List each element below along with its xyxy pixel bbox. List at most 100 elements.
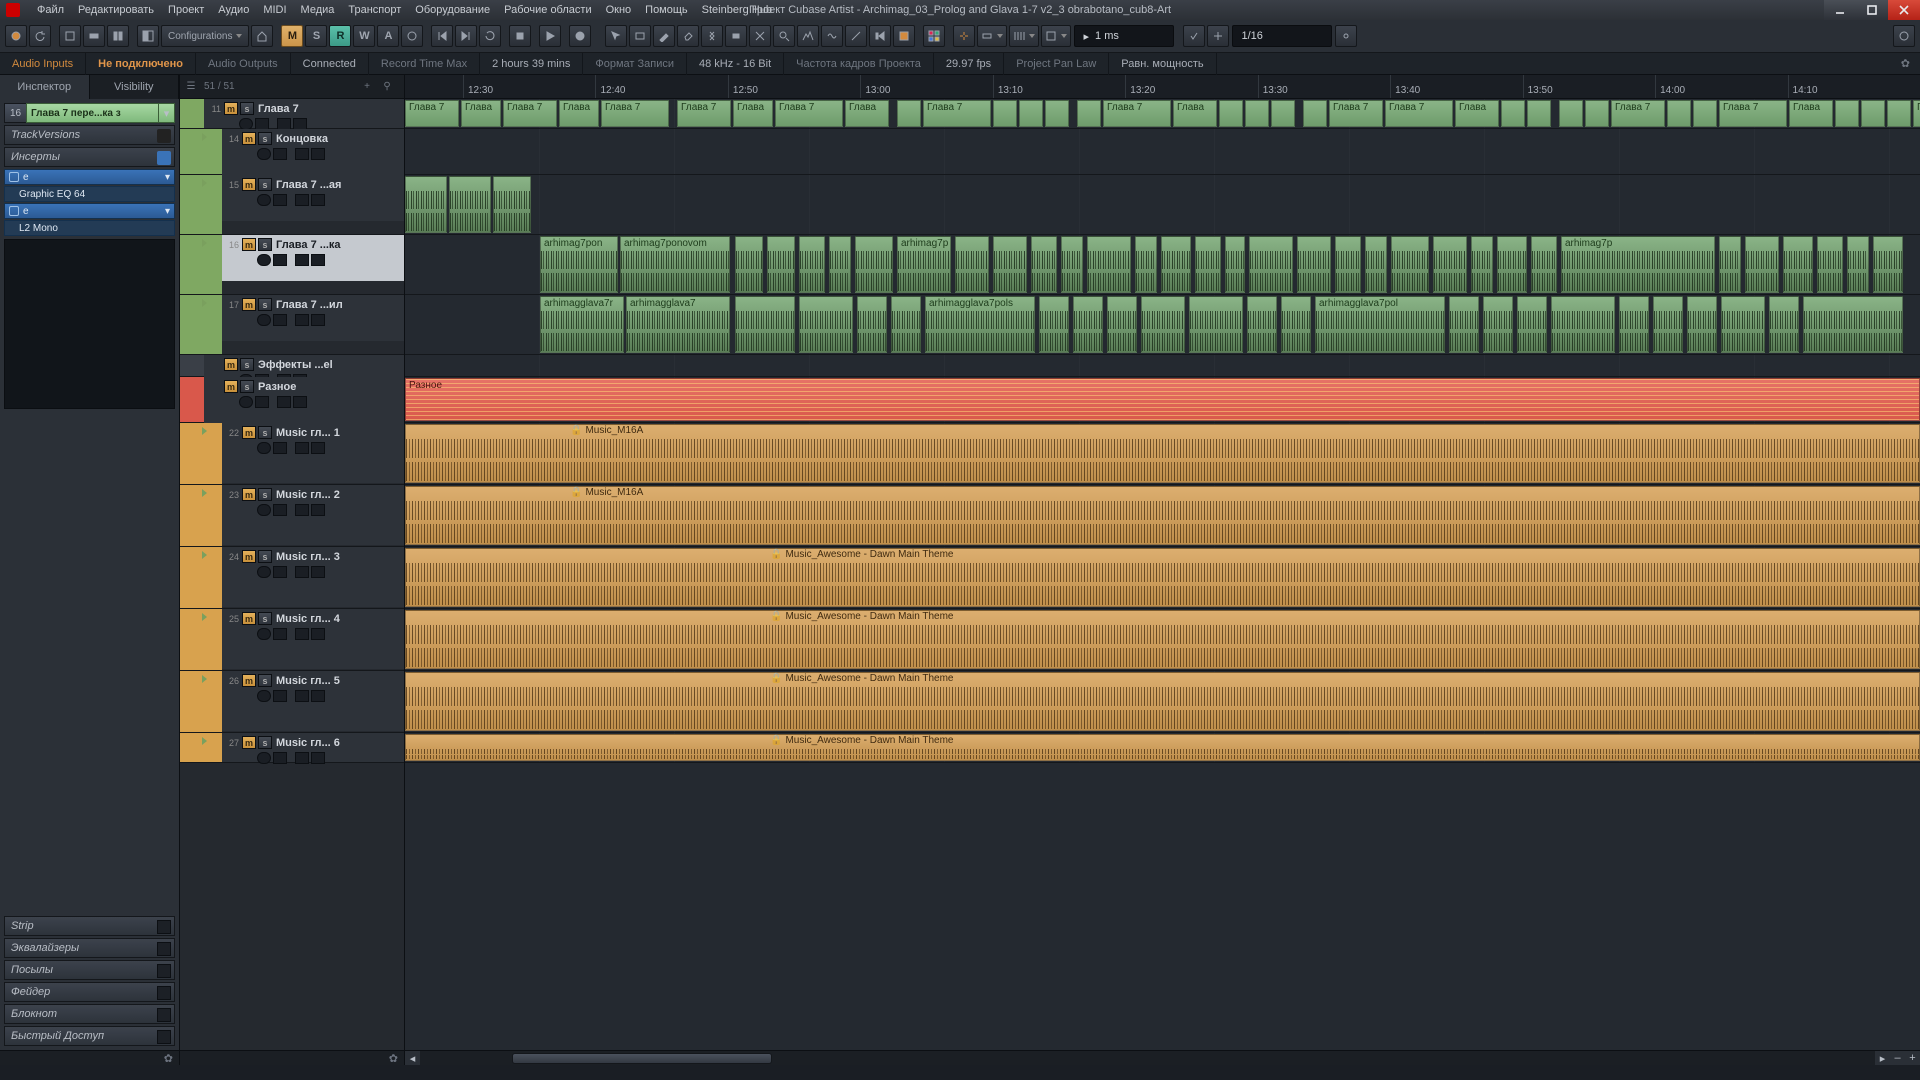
audio-clip[interactable] [767, 236, 795, 293]
monitor-button[interactable] [273, 752, 287, 764]
ruler-tick[interactable]: 14:00 [1655, 75, 1787, 98]
audio-clip[interactable] [897, 100, 921, 127]
frame-rate-label[interactable]: Частота кадров Проекта [784, 53, 934, 75]
audio-clip[interactable] [829, 236, 851, 293]
audio-clip[interactable] [1783, 236, 1813, 293]
track-name[interactable]: Глава 7 ...ая [276, 179, 341, 191]
freeze-button[interactable] [311, 752, 325, 764]
mute-button[interactable]: m [242, 132, 256, 145]
audio-clip[interactable] [1835, 100, 1859, 127]
audio-clip[interactable]: Глава 7 [923, 100, 991, 127]
mute-button[interactable]: m [224, 380, 238, 393]
tool-comp[interactable] [797, 25, 819, 47]
window-maximize-button[interactable] [1856, 0, 1888, 20]
track-name[interactable]: Глава 7 ...ка [276, 239, 341, 251]
activate-project-button[interactable] [5, 25, 27, 47]
audio-clip[interactable] [1249, 236, 1293, 293]
track-row[interactable]: 26 m s Music гл... 5 [180, 671, 404, 733]
freeze-button[interactable] [311, 314, 325, 326]
solo-button[interactable]: s [258, 488, 272, 501]
audio-clip[interactable]: arhimagglava7pol [1315, 296, 1445, 353]
audio-clip[interactable]: arhimag7ponovom [620, 236, 730, 293]
audio-clip[interactable] [1449, 296, 1479, 353]
audio-clip[interactable] [1073, 296, 1103, 353]
quantize-iterative-button[interactable] [1207, 25, 1229, 47]
track-row[interactable]: m s Разное [180, 377, 404, 423]
expand-icon[interactable] [198, 671, 210, 732]
tool-erase[interactable] [677, 25, 699, 47]
track-name[interactable]: Разное [258, 381, 296, 393]
insert-slot-1-label[interactable]: Graphic EQ 64 [4, 186, 175, 202]
event-lane[interactable]: Глава 7 Глава Глава 7 Глава Глава 7 Глав… [405, 99, 1920, 129]
menu-file[interactable]: Файл [30, 4, 71, 16]
solo-button[interactable]: s [258, 298, 272, 311]
audio-clip[interactable] [1721, 296, 1765, 353]
mute-button[interactable]: m [242, 298, 256, 311]
expand-icon[interactable] [198, 423, 210, 484]
inspector-trackversions-section[interactable]: TrackVersions [4, 125, 175, 145]
track-name[interactable]: Концовка [276, 133, 328, 145]
ruler-tick[interactable]: 13:20 [1125, 75, 1257, 98]
audio-clip[interactable]: Глава [1789, 100, 1833, 127]
quantize-field[interactable]: 1/16 [1232, 25, 1332, 47]
transport-end-button[interactable] [455, 25, 477, 47]
mute-all-button[interactable]: M [281, 25, 303, 47]
event-lane[interactable] [405, 355, 1920, 377]
expand-icon[interactable] [198, 547, 210, 608]
solo-all-button[interactable]: S [305, 25, 327, 47]
solo-button[interactable]: s [258, 674, 272, 687]
edit-channel-button[interactable] [295, 148, 309, 160]
inspector-tab[interactable]: Инспектор [0, 75, 90, 99]
track-row[interactable]: m s Эффекты ...el [180, 355, 404, 377]
scroll-right-button[interactable]: ▸ [1875, 1051, 1890, 1066]
snap-type-dropdown[interactable] [977, 25, 1007, 47]
audio-clip[interactable] [493, 176, 531, 233]
mute-button[interactable]: m [224, 358, 238, 371]
edit-channel-button[interactable] [295, 690, 309, 702]
solo-button[interactable]: s [240, 380, 254, 393]
record-enable-button[interactable] [257, 314, 271, 326]
edit-channel-button[interactable] [295, 752, 309, 764]
audio-clip[interactable]: Глава [559, 100, 599, 127]
audio-clip[interactable]: Глава 7 [1611, 100, 1665, 127]
edit-channel-button[interactable] [295, 314, 309, 326]
audio-clip[interactable] [405, 176, 447, 233]
track-row[interactable]: 17 m s Глава 7 ...ил [180, 295, 404, 355]
monitor-button[interactable] [273, 628, 287, 640]
solo-button[interactable]: s [240, 358, 254, 371]
monitor-button[interactable] [273, 442, 287, 454]
track-name[interactable]: Эффекты ...el [258, 359, 333, 371]
event-lane[interactable]: 🔒Music_Awesome - Dawn Main Theme [405, 609, 1920, 671]
audio-clip[interactable] [735, 236, 763, 293]
audio-clip[interactable] [993, 100, 1017, 127]
window-minimize-button[interactable] [1824, 0, 1856, 20]
audio-clip[interactable]: Глава 7 [775, 100, 843, 127]
quantize-settings-button[interactable] [1335, 25, 1357, 47]
ruler-tick[interactable]: 12:30 [463, 75, 595, 98]
expand-icon[interactable] [198, 235, 210, 294]
ruler-tick[interactable]: 14:10 [1788, 75, 1920, 98]
audio-clip[interactable]: Глава 7 [1103, 100, 1171, 127]
audio-clip[interactable]: Глава 7 [405, 100, 459, 127]
event-lane[interactable] [405, 175, 1920, 235]
event-lane[interactable]: arhimagglava7r arhimagglava7 arhimagglav… [405, 295, 1920, 355]
edit-channel-button[interactable] [295, 194, 309, 206]
constrain-button[interactable] [59, 25, 81, 47]
tool-warp[interactable] [821, 25, 843, 47]
ruler-tick[interactable]: 13:00 [860, 75, 992, 98]
record-enable-button[interactable] [257, 628, 271, 640]
track-row[interactable]: 11 m s Глава 7 [180, 99, 404, 129]
audio-clip[interactable]: Глава 7 [601, 100, 669, 127]
monitor-button[interactable] [255, 396, 269, 408]
menu-workspaces[interactable]: Рабочие области [497, 4, 598, 16]
inspector-notes-section[interactable]: Блокнот [4, 1004, 175, 1024]
monitor-button[interactable] [273, 504, 287, 516]
freeze-button[interactable] [311, 566, 325, 578]
edit-channel-button[interactable] [295, 254, 309, 266]
inspector-track-header[interactable]: 16 Глава 7 пере...ка з ▾ [4, 103, 175, 123]
record-enable-button[interactable] [257, 504, 271, 516]
record-enable-button[interactable] [257, 752, 271, 764]
edit-channel-button[interactable] [295, 628, 309, 640]
power-icon[interactable] [9, 172, 19, 182]
menu-transport[interactable]: Транспорт [341, 4, 408, 16]
